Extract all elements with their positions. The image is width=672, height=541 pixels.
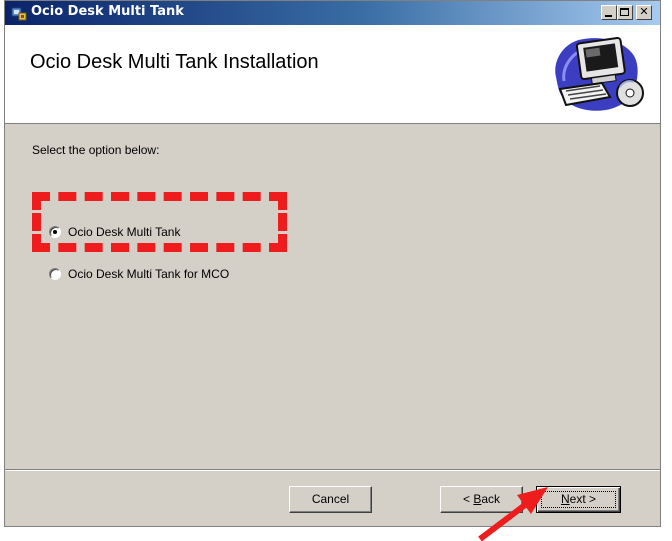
header-banner: Ocio Desk Multi Tank Installation	[5, 25, 660, 124]
computer-with-disc-icon	[555, 37, 644, 111]
back-button[interactable]: < Back	[440, 486, 523, 513]
footer-divider-highlight	[5, 470, 660, 471]
instruction-text: Select the option below:	[32, 143, 160, 157]
next-label: Next >	[561, 492, 596, 506]
back-rest: ack	[481, 492, 501, 506]
cancel-button[interactable]: Cancel	[289, 486, 372, 513]
installer-icon	[11, 7, 27, 21]
window-title: Ocio Desk Multi Tank	[31, 4, 184, 19]
close-icon: ✕	[639, 5, 649, 18]
option-label[interactable]: Ocio Desk Multi Tank for MCO	[68, 267, 229, 281]
cancel-label: Cancel	[311, 492, 350, 506]
maximize-icon	[620, 8, 629, 16]
title-bar[interactable]: Ocio Desk Multi Tank ✕	[5, 1, 660, 25]
next-mnemonic: N	[560, 492, 570, 506]
installer-window: Ocio Desk Multi Tank ✕ Ocio Desk Multi T…	[4, 0, 661, 527]
page-title: Ocio Desk Multi Tank Installation	[30, 51, 319, 73]
annotation-highlight-box	[32, 192, 287, 252]
maximize-button[interactable]	[617, 5, 633, 20]
close-button[interactable]: ✕	[636, 5, 652, 20]
back-prefix: <	[462, 492, 474, 506]
next-rest: ext >	[569, 492, 597, 506]
radio-button-unselected[interactable]	[49, 268, 61, 280]
back-label: < Back	[463, 492, 500, 506]
option-ocio-desk-multi-tank-for-mco[interactable]: Ocio Desk Multi Tank for MCO	[49, 266, 229, 282]
minimize-button[interactable]	[601, 5, 617, 20]
next-button[interactable]: Next >	[536, 486, 621, 513]
minimize-icon	[605, 15, 612, 17]
